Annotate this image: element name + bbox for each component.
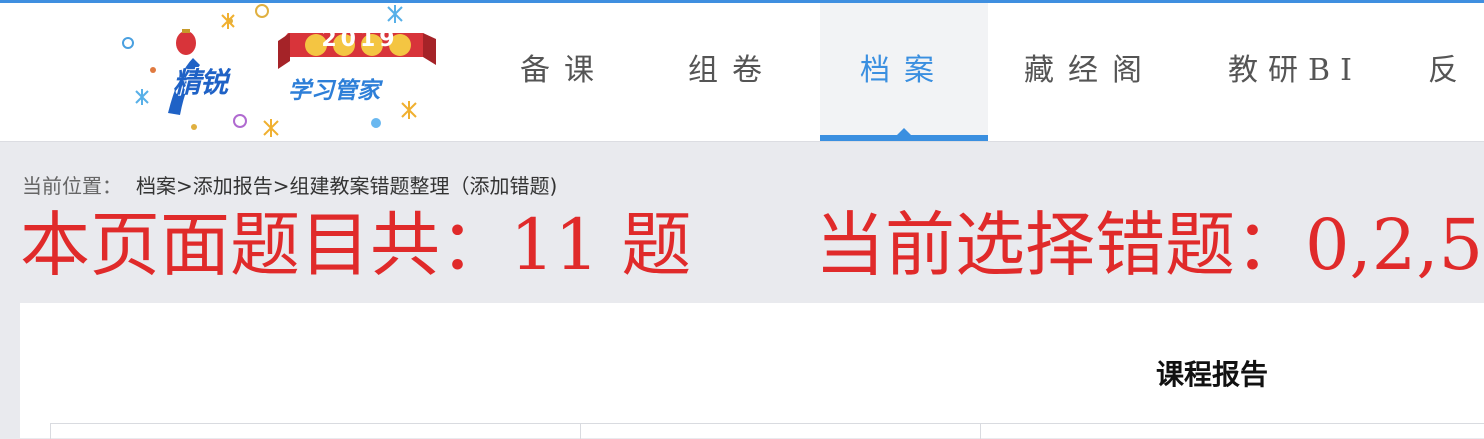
nav-item-zujuan[interactable]: 组卷 xyxy=(648,3,816,141)
nav-item-fankui[interactable]: 反 xyxy=(1420,3,1480,141)
nav-item-label: 反 xyxy=(1428,53,1472,88)
question-count: 本页面题目共：11 题 xyxy=(20,204,692,286)
active-caret xyxy=(897,128,911,135)
question-info: 本页面题目共：11 题 当前选择错题：0,2,5 xyxy=(20,200,1484,290)
logo-graphic xyxy=(122,4,436,137)
nav-item-cangjingge[interactable]: 藏经阁 xyxy=(1000,3,1180,141)
table-cell xyxy=(51,424,581,439)
logo-brand: 精锐 xyxy=(173,66,228,99)
nav-item-label: 教研BI xyxy=(1228,53,1362,88)
report-card: 课程报告 xyxy=(20,303,1484,439)
nav-item-label: 组卷 xyxy=(688,53,776,88)
logo-year: 2019 xyxy=(321,27,399,52)
logo-tagline: 学习管家 xyxy=(288,78,380,104)
active-underline xyxy=(820,135,988,141)
breadcrumb-path[interactable]: 档案>添加报告>组建教案错题整理（添加错题) xyxy=(136,174,557,198)
header: 2019 精锐 学习管家 备课 组卷 档案 藏经阁 教研BI 反 xyxy=(0,3,1484,142)
nav-item-label: 备课 xyxy=(520,53,608,88)
table-cell xyxy=(580,424,981,439)
selected-questions: 当前选择错题：0,2,5 xyxy=(815,204,1484,286)
nav-item-label: 藏经阁 xyxy=(1024,53,1156,88)
card-title: 课程报告 xyxy=(1156,358,1269,391)
app-logo[interactable]: 2019 精锐 学习管家 xyxy=(118,3,448,141)
breadcrumb-prefix: 当前位置： xyxy=(22,174,122,198)
report-table-header xyxy=(50,423,1484,439)
nav-item-jiaoyan-bi[interactable]: 教研BI xyxy=(1210,3,1380,141)
nav-item-label: 档案 xyxy=(860,53,948,88)
nav-item-dangan[interactable]: 档案 xyxy=(820,3,988,141)
breadcrumb: 当前位置： 档案>添加报告>组建教案错题整理（添加错题) xyxy=(22,170,557,199)
nav-item-beike[interactable]: 备课 xyxy=(480,3,648,141)
